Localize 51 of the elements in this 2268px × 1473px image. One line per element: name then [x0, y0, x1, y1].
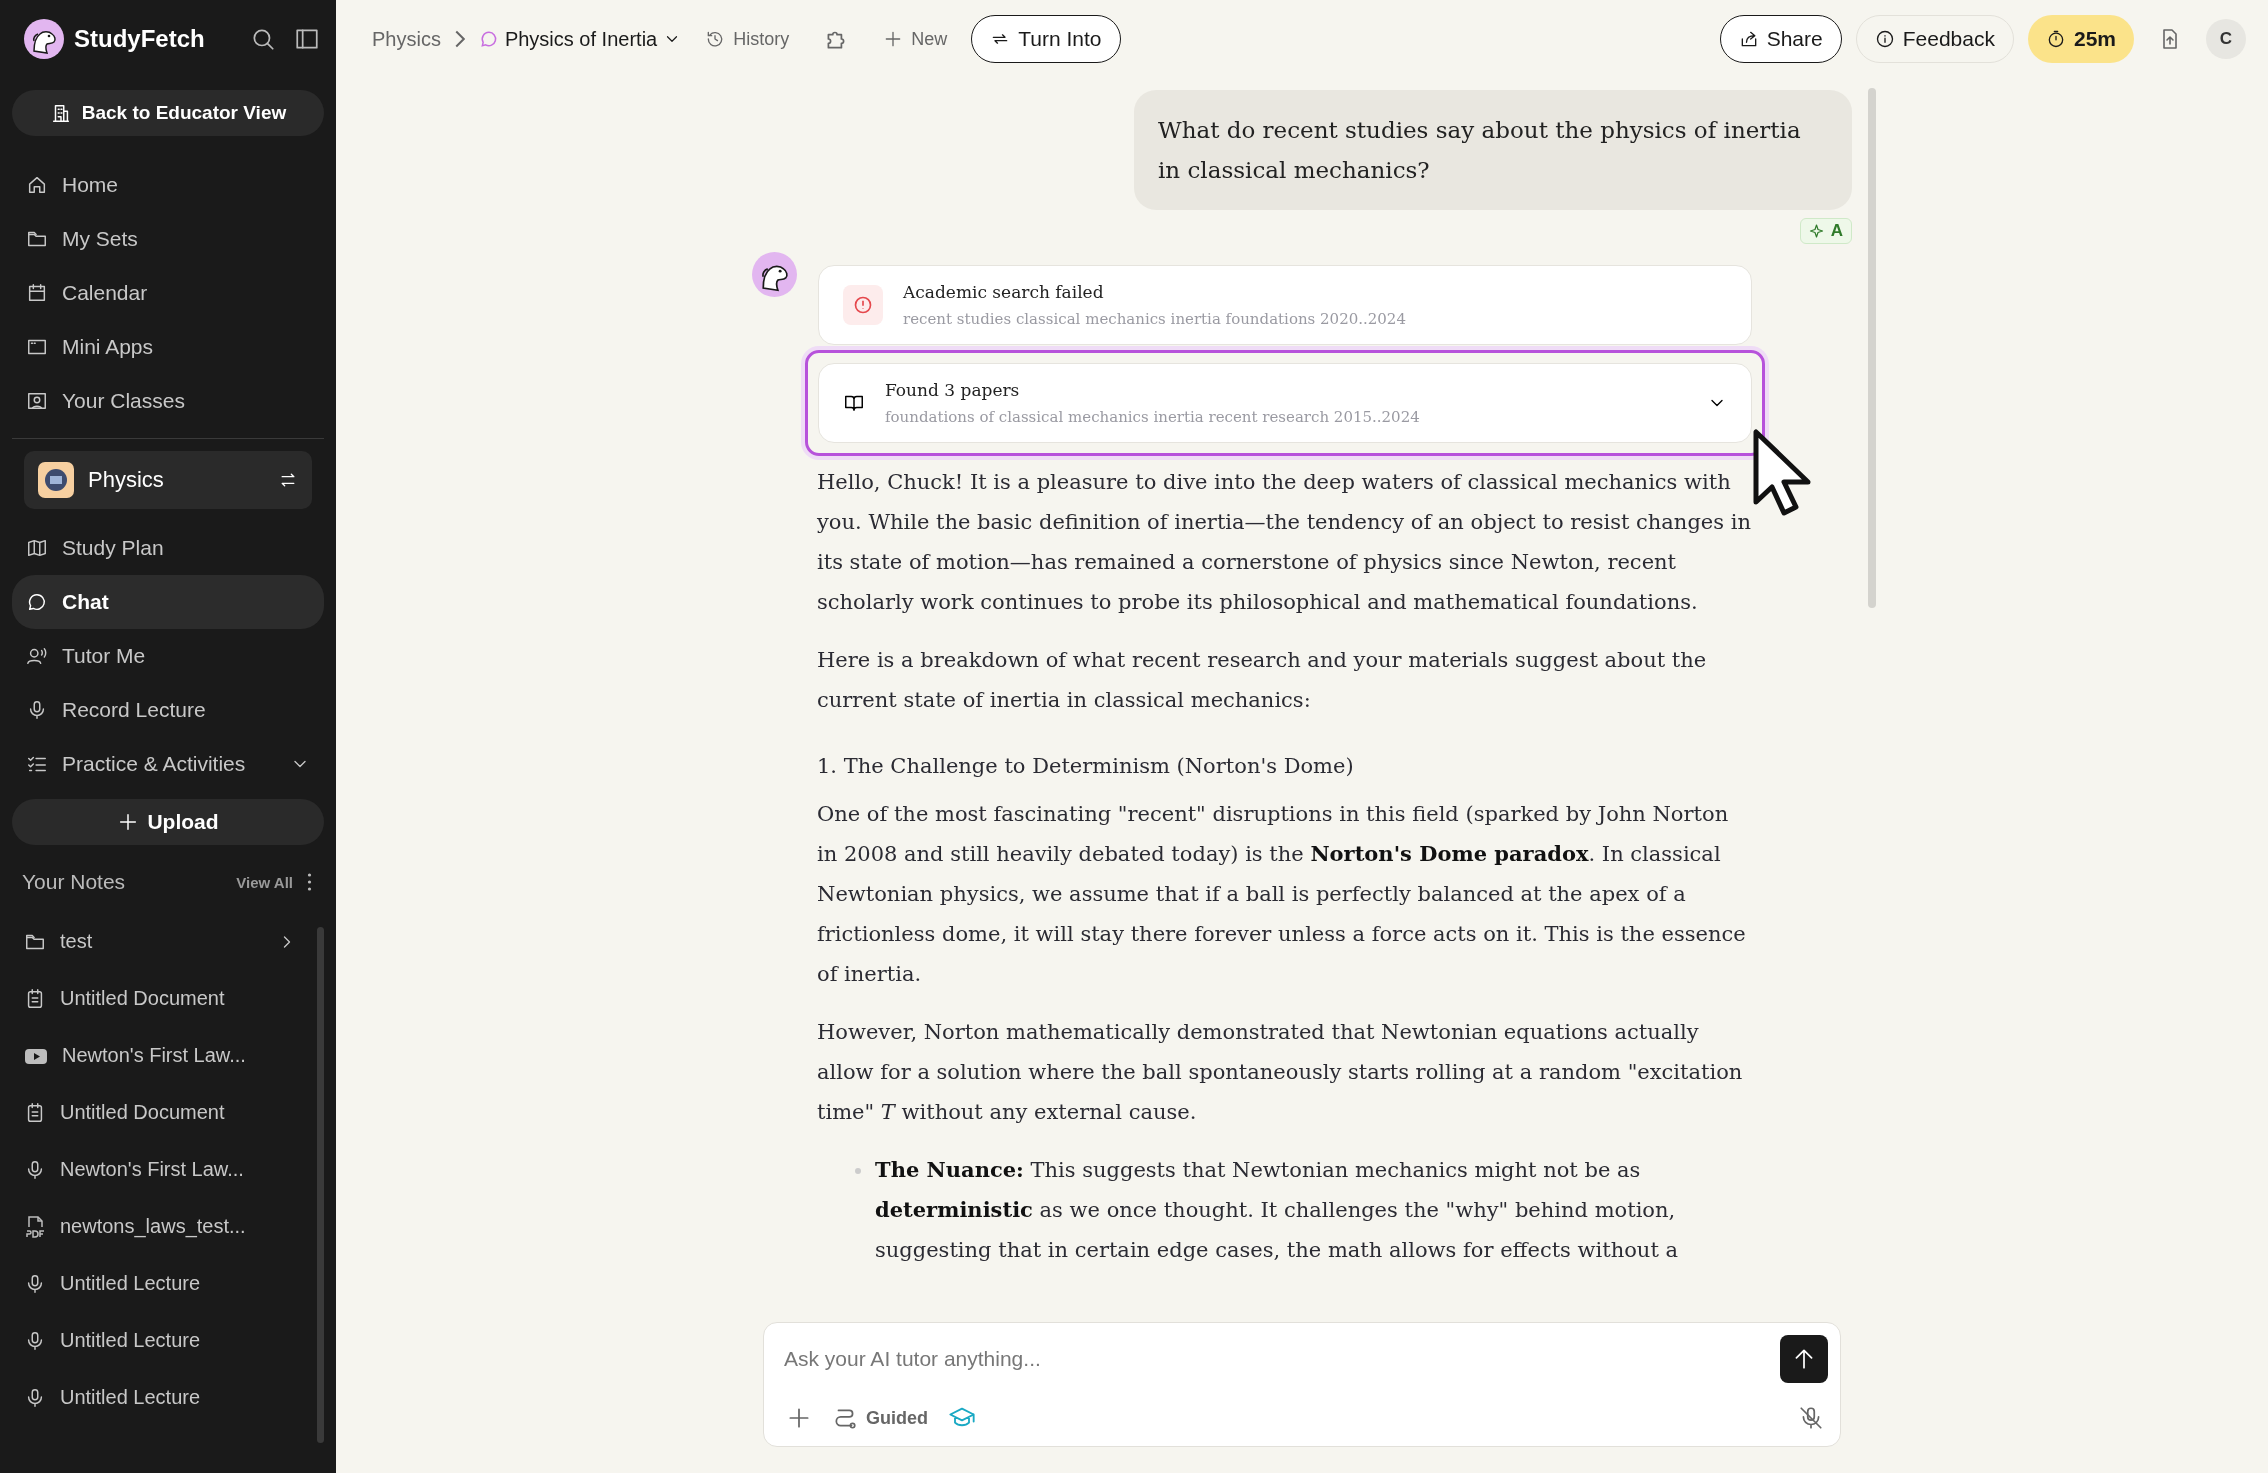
upload-button[interactable]: Upload — [12, 799, 324, 845]
tool-result-card[interactable]: Academic search failed recent studies classical mechanics inertia foundations 2020..2024 — [818, 265, 1752, 345]
breadcrumb-link[interactable]: Physics — [372, 27, 441, 51]
nav-item[interactable]: My Sets — [12, 212, 324, 266]
user-avatar[interactable]: C — [2206, 19, 2246, 59]
nav-item[interactable]: Study Plan — [12, 521, 324, 575]
note-item[interactable]: Untitled Document — [12, 1084, 311, 1141]
nav-item[interactable]: Your Classes — [12, 374, 324, 428]
user-message: What do recent studies say about the physics of inertia in classical mechanics? — [1134, 90, 1852, 210]
card-title: Found 3 papers — [885, 380, 1021, 400]
paragraph: However, Norton mathematically demonstrated that Newtonian equations actually allow for a solution where the ball spontaneously starts rolling at a random "excitation time" T without any external cause. — [817, 1019, 1744, 1126]
note-item[interactable]: Newton's First Law... — [12, 1027, 311, 1084]
share-button[interactable]: Share — [1719, 15, 1842, 63]
note-item[interactable]: newtons_laws_test... — [12, 1198, 311, 1255]
new-button[interactable]: New — [873, 22, 958, 56]
paragraph: Hello, Chuck! It is a pleasure to dive into the deep waters of classical mechanics with you. While the basic definition of inertia—the tendency of an object to resist changes in its state of motion—has remained a cornerstone of physics since Newton, recent scholarly work continues to probe its philosophical and mathematical foundations. — [817, 469, 1752, 616]
class-selector[interactable]: Physics — [24, 451, 312, 509]
bullet-text: The Nuance: This suggests that Newtonian mechanics might not be as deterministic as we once thought. It challenges the "why" behind motion, suggesting that in certain edge cases, the math allows for effects without a — [875, 1156, 1679, 1264]
educator-view-button[interactable]: Back to Educator View — [12, 90, 324, 136]
paragraph: One of the most fascinating "recent" disruptions in this field (sparked by John Norton in 2008 and still heavily debated today) is the Norton's Dome paradox. In classical Newtonian physics, we assume that if a ball is perfectly balanced at the apex of a frictionless dome, it will stay there forever unless a force acts on it. This is the essence of inertia. — [817, 801, 1747, 988]
note-item[interactable]: Untitled Lecture — [12, 1369, 311, 1426]
history-button[interactable]: History — [695, 22, 800, 56]
card-title: Academic search failed — [903, 282, 1105, 302]
note-item[interactable]: Untitled Document — [12, 970, 311, 1027]
model-badge[interactable]: A — [1799, 218, 1852, 244]
nav-item[interactable]: Tutor Me — [12, 629, 324, 683]
timer-button[interactable]: 25m — [2027, 15, 2134, 63]
message-input[interactable]: Ask your AI tutor anything... — [782, 1346, 1768, 1372]
nav-item[interactable]: Practice & Activities — [12, 737, 324, 791]
note-item[interactable]: Untitled Lecture — [12, 1312, 311, 1369]
search-query: foundations of classical mechanics inertia recent research 2015..2024 — [885, 408, 1421, 426]
feedback-button[interactable]: Feedback — [1855, 15, 2014, 63]
note-item[interactable]: Newton's First Law... — [12, 1141, 311, 1198]
guided-mode-button[interactable]: Guided — [828, 1401, 932, 1435]
paragraph: Here is a breakdown of what recent research and your materials suggest about the current state of inertia in classical mechanics: — [817, 647, 1708, 714]
section-title: Your Notes — [22, 870, 127, 894]
view-all-link[interactable]: View All — [236, 873, 293, 891]
chat-title-dropdown[interactable]: Physics of Inertia — [478, 27, 682, 51]
brand-name: StudyFetch — [74, 25, 206, 53]
nav-item[interactable]: Record Lecture — [12, 683, 324, 737]
note-item[interactable]: Untitled Lecture — [12, 1255, 311, 1312]
turn-into-button[interactable]: Turn Into — [971, 15, 1121, 63]
nav-item[interactable]: Home — [12, 158, 324, 212]
search-query: recent studies classical mechanics inertia foundations 2020..2024 — [903, 310, 1407, 328]
nav-item[interactable]: Chat — [12, 575, 324, 629]
tool-result-card[interactable]: Found 3 papers foundations of classical mechanics inertia recent research 2015..2024 — [818, 363, 1752, 443]
nav-item[interactable]: Mini Apps — [12, 320, 324, 374]
note-item[interactable]: test — [12, 913, 311, 970]
nav-item[interactable]: Calendar — [12, 266, 324, 320]
section-heading: 1. The Challenge to Determinism (Norton's Dome) — [817, 753, 1355, 780]
badge-label: A — [1830, 221, 1843, 241]
